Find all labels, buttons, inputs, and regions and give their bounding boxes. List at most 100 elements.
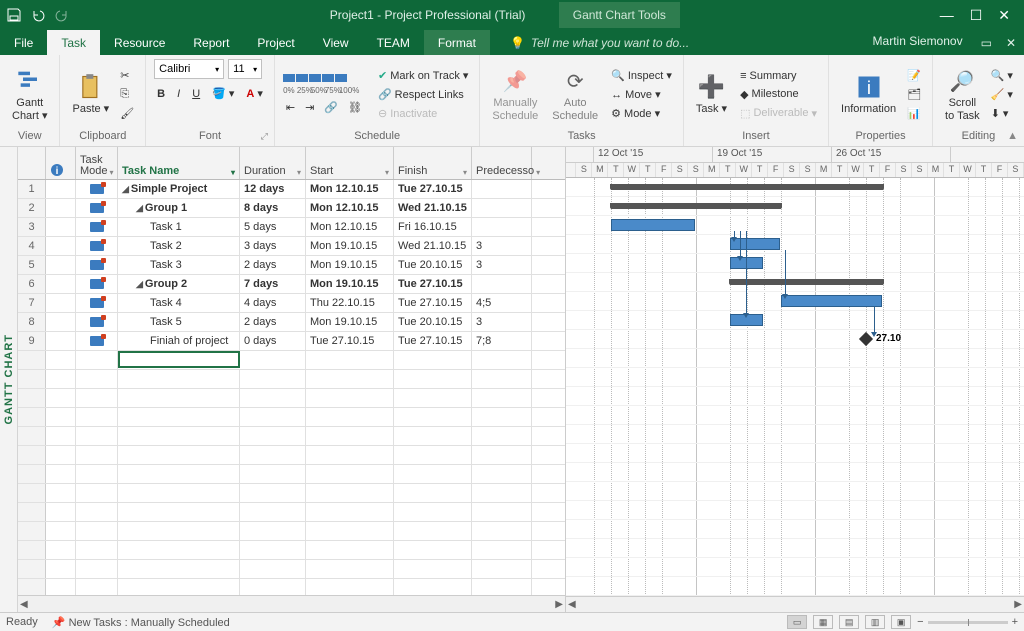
gantt-row[interactable] — [566, 273, 1024, 292]
view-report-icon[interactable]: ▣ — [891, 615, 911, 629]
view-task-usage-icon[interactable]: ▦ — [813, 615, 833, 629]
scroll-to-task-button[interactable]: 🔎 Scroll to Task — [941, 65, 984, 123]
outdent-button[interactable]: ⇤ — [283, 99, 298, 116]
view-team-planner-icon[interactable]: ▤ — [839, 615, 859, 629]
manually-schedule-button[interactable]: 📌 Manually Schedule — [488, 65, 542, 123]
indent-button[interactable]: ⇥ — [302, 99, 317, 116]
view-resource-sheet-icon[interactable]: ▥ — [865, 615, 885, 629]
font-color-button[interactable]: A▾ — [243, 85, 265, 102]
gantt-body[interactable]: 27.10 — [566, 178, 1024, 596]
table-body[interactable]: 1◢Simple Project12 daysMon 12.10.15Tue 2… — [18, 180, 565, 595]
table-row[interactable]: 7Task 44 daysThu 22.10.15Tue 27.10.154;5 — [18, 294, 565, 313]
mark-on-track-button[interactable]: ✔Mark on Track ▾ — [375, 67, 471, 84]
header-start[interactable]: Start▾ — [306, 147, 394, 179]
add-to-timeline-button[interactable]: 📊 — [904, 105, 924, 122]
header-info[interactable]: i — [46, 147, 76, 179]
unlink-tasks-button[interactable]: ⛓ — [345, 99, 365, 116]
gantt-row[interactable] — [566, 292, 1024, 311]
table-row[interactable]: 6◢Group 27 daysMon 19.10.15Tue 27.10.15 — [18, 275, 565, 294]
tab-task[interactable]: Task — [47, 30, 100, 55]
dialog-launcher-icon[interactable]: ⤢ — [261, 131, 268, 142]
mode-button[interactable]: ⚙Mode ▾ — [608, 105, 675, 122]
gantt-row[interactable] — [566, 216, 1024, 235]
gantt-row[interactable] — [566, 197, 1024, 216]
insert-summary-button[interactable]: ≡Summary — [737, 68, 820, 84]
zoom-out-icon[interactable]: − — [917, 616, 923, 628]
italic-button[interactable]: I — [174, 85, 183, 102]
gantt-row[interactable] — [566, 254, 1024, 273]
tell-me-search[interactable]: 💡Tell me what you want to do... — [490, 30, 863, 55]
table-row[interactable]: 1◢Simple Project12 daysMon 12.10.15Tue 2… — [18, 180, 565, 199]
copy-button[interactable]: ⎘ — [117, 86, 137, 103]
inspect-button[interactable]: 🔍Inspect ▾ — [608, 67, 675, 84]
header-rownum[interactable] — [18, 147, 46, 179]
table-row[interactable]: 2◢Group 18 daysMon 12.10.15Wed 21.10.15 — [18, 199, 565, 218]
redo-icon[interactable] — [54, 7, 70, 23]
maximize-icon[interactable]: ☐ — [970, 7, 983, 24]
tab-file[interactable]: File — [0, 30, 47, 55]
insert-task-button[interactable]: ➕ Task ▾ — [692, 71, 731, 117]
close-icon[interactable]: ✕ — [998, 7, 1010, 24]
tab-resource[interactable]: Resource — [100, 30, 179, 55]
horizontal-scrollbar-right[interactable]: ◀▶ — [566, 596, 1024, 612]
horizontal-scrollbar-left[interactable]: ◀▶ — [18, 595, 565, 612]
details-button[interactable]: 🗂 — [904, 86, 924, 103]
tab-team[interactable]: TEAM — [363, 30, 424, 55]
underline-button[interactable]: U — [189, 85, 203, 102]
tab-report[interactable]: Report — [179, 30, 243, 55]
user-name[interactable]: Martin Siemonov — [863, 30, 973, 55]
cut-button[interactable]: ✂ — [117, 67, 137, 84]
header-task-mode[interactable]: Task Mode▾ — [76, 147, 118, 179]
fill-button[interactable]: ⬇▾ — [988, 105, 1016, 122]
status-new-tasks[interactable]: 📌 New Tasks : Manually Scheduled — [52, 616, 230, 629]
gantt-row[interactable] — [566, 235, 1024, 254]
table-row[interactable]: 4Task 23 daysMon 19.10.15Wed 21.10.153 — [18, 237, 565, 256]
move-button[interactable]: ↔Move ▾ — [608, 86, 675, 103]
header-duration[interactable]: Duration▾ — [240, 147, 306, 179]
timeline-header[interactable]: 12 Oct '1519 Oct '1526 Oct '15 SMTWTFSSM… — [566, 147, 1024, 178]
table-row-active[interactable] — [18, 351, 565, 370]
table-row[interactable]: 8Task 52 daysMon 19.10.15Tue 20.10.153 — [18, 313, 565, 332]
header-finish[interactable]: Finish▾ — [394, 147, 472, 179]
table-row[interactable]: 5Task 32 daysMon 19.10.15Tue 20.10.153 — [18, 256, 565, 275]
table-row[interactable]: 3Task 15 daysMon 12.10.15Fri 16.10.15 — [18, 218, 565, 237]
inactivate-button[interactable]: ⊖Inactivate — [375, 105, 471, 122]
auto-schedule-button[interactable]: ⟳ Auto Schedule — [548, 65, 602, 123]
insert-milestone-button[interactable]: ◆Milestone — [737, 86, 820, 103]
manual-mode-icon — [90, 241, 104, 251]
insert-deliverable-button[interactable]: ⬚Deliverable ▾ — [737, 105, 820, 122]
zoom-in-icon[interactable]: + — [1012, 616, 1018, 628]
gantt-chart-button[interactable]: Gantt Chart ▾ — [8, 65, 51, 123]
paste-button[interactable]: Paste ▾ — [68, 71, 113, 117]
group-insert: ➕ Task ▾ ≡Summary ◆Milestone ⬚Deliverabl… — [684, 55, 829, 146]
gantt-row[interactable] — [566, 311, 1024, 330]
tab-view[interactable]: View — [309, 30, 363, 55]
clear-button[interactable]: 🧹▾ — [988, 86, 1016, 103]
format-painter-button[interactable]: 🖌 — [117, 105, 137, 122]
font-size-select[interactable]: 11▾ — [228, 59, 262, 79]
font-name-select[interactable]: Calibri▾ — [154, 59, 224, 79]
information-button[interactable]: i Information — [837, 71, 900, 117]
header-task-name[interactable]: Task Name▾ — [118, 147, 240, 179]
collapse-ribbon-icon[interactable]: ▲ — [1007, 130, 1018, 142]
respect-links-button[interactable]: 🔗Respect Links — [375, 86, 471, 103]
view-gantt-icon[interactable]: ▭ — [787, 615, 807, 629]
gantt-row[interactable] — [566, 178, 1024, 197]
save-icon[interactable] — [6, 7, 22, 23]
header-predecessors[interactable]: Predecesso▾ — [472, 147, 532, 179]
table-row[interactable]: 9Finiah of project0 daysTue 27.10.15Tue … — [18, 332, 565, 351]
bold-button[interactable]: B — [154, 85, 168, 102]
zoom-control[interactable]: − + — [917, 616, 1018, 628]
notes-button[interactable]: 📝 — [904, 67, 924, 84]
progress-blocks[interactable] — [283, 74, 365, 82]
ribbon-display-icon[interactable]: ▭ — [981, 36, 992, 50]
undo-icon[interactable] — [30, 7, 46, 23]
gantt-row[interactable]: 27.10 — [566, 330, 1024, 349]
fill-color-button[interactable]: 🪣▾ — [209, 85, 237, 102]
link-tasks-button[interactable]: 🔗 — [321, 99, 341, 116]
close-subwindow-icon[interactable]: ✕ — [1006, 36, 1016, 50]
tab-format[interactable]: Format — [424, 30, 490, 55]
minimize-icon[interactable]: — — [940, 7, 954, 24]
find-button[interactable]: 🔍▾ — [988, 67, 1016, 84]
tab-project[interactable]: Project — [243, 30, 308, 55]
